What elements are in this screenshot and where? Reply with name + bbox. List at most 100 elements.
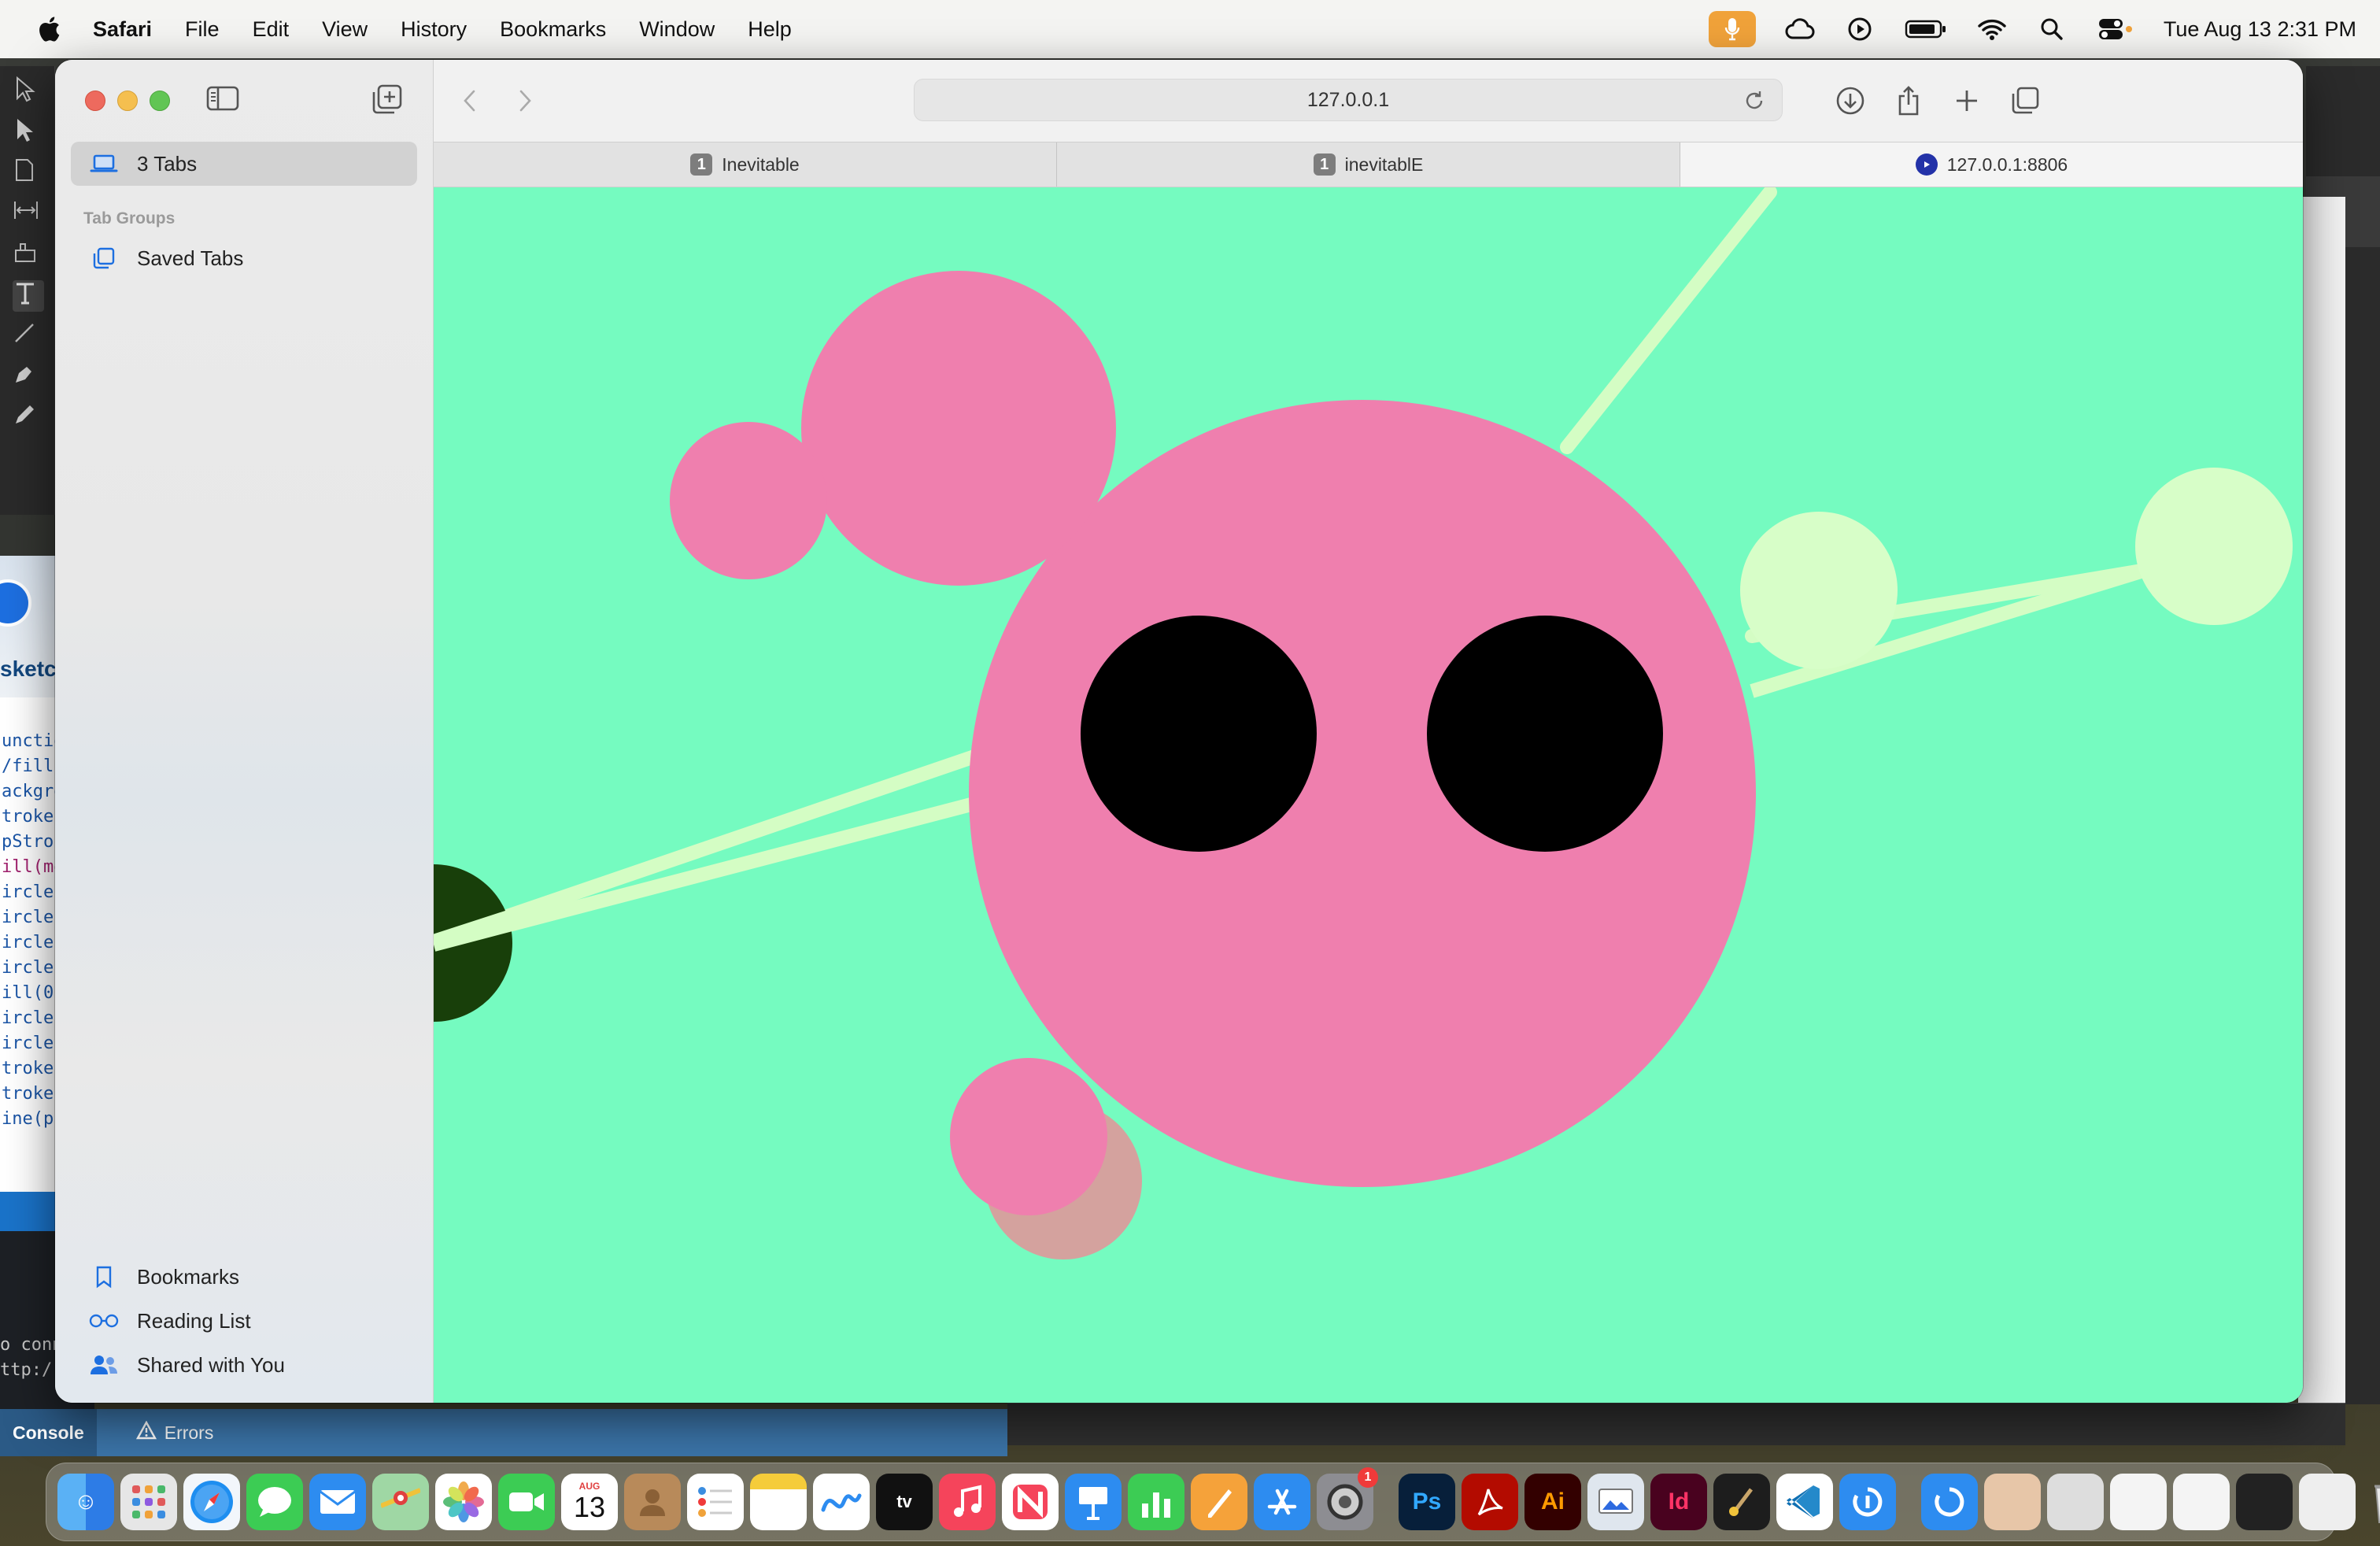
sidebar-toggle-icon[interactable]: [206, 85, 241, 117]
pages-icon[interactable]: [1191, 1474, 1247, 1530]
tab-localhost[interactable]: 127.0.0.1:8806: [1680, 142, 2303, 187]
freeform-icon[interactable]: [813, 1474, 870, 1530]
trash-icon[interactable]: [2362, 1474, 2380, 1530]
search-icon[interactable]: [2036, 13, 2068, 45]
pencil-tool-icon[interactable]: [13, 403, 44, 435]
window-thumbnail-icon[interactable]: [2047, 1474, 2104, 1530]
play-favicon-icon: [1915, 153, 1938, 176]
sidebar-item-current-tabs[interactable]: 3 Tabs: [71, 142, 417, 186]
downloads-icon[interactable]: [1833, 83, 1868, 118]
maps-icon[interactable]: [372, 1474, 429, 1530]
web-content-canvas[interactable]: [434, 187, 2303, 1403]
line-tool-icon[interactable]: [13, 321, 44, 353]
mail-icon[interactable]: [309, 1474, 366, 1530]
content-collector-icon[interactable]: [13, 239, 44, 271]
console-tab[interactable]: Console: [0, 1409, 97, 1456]
music-icon[interactable]: [939, 1474, 996, 1530]
illustrator-icon[interactable]: Ai: [1524, 1474, 1581, 1530]
menu-edit[interactable]: Edit: [253, 17, 290, 42]
sidebar-item-reading-list[interactable]: Reading List: [71, 1299, 417, 1343]
sidebar-item-saved-tabs[interactable]: Saved Tabs: [71, 236, 417, 280]
new-tab-icon[interactable]: [1949, 83, 1984, 118]
sidebar-item-label: Saved Tabs: [137, 246, 244, 270]
menu-window[interactable]: Window: [639, 17, 715, 42]
menu-bookmarks[interactable]: Bookmarks: [500, 17, 606, 42]
sidebar-item-bookmarks[interactable]: Bookmarks: [71, 1255, 417, 1299]
page-tool-icon[interactable]: [13, 157, 44, 189]
apple-menu-icon[interactable]: [27, 0, 71, 58]
type-tool-icon[interactable]: [13, 280, 44, 312]
window-thumbnail-icon[interactable]: [2110, 1474, 2167, 1530]
vscode-icon[interactable]: [1776, 1474, 1833, 1530]
news-icon[interactable]: [1002, 1474, 1059, 1530]
microphone-icon[interactable]: [1708, 11, 1756, 47]
reminders-icon[interactable]: [687, 1474, 744, 1530]
forward-button[interactable]: [508, 83, 542, 118]
tab-inevitable[interactable]: 1 Inevitable: [434, 142, 1057, 187]
sidebar-item-shared-with-you[interactable]: Shared with You: [71, 1343, 417, 1387]
keynote-icon[interactable]: [1065, 1474, 1122, 1530]
back-button[interactable]: [453, 83, 487, 118]
control-center-icon[interactable]: [2096, 13, 2135, 45]
photos-icon[interactable]: [435, 1474, 492, 1530]
photo-thumbnail-icon[interactable]: [1984, 1474, 2041, 1530]
calendar-month: AUG: [578, 1481, 601, 1492]
menu-app-name[interactable]: Safari: [93, 17, 152, 42]
sketch-canvas[interactable]: [434, 187, 2303, 1403]
address-text: 127.0.0.1: [1306, 88, 1390, 111]
numbers-icon[interactable]: [1128, 1474, 1184, 1530]
play-circle-icon[interactable]: [1844, 13, 1876, 45]
notes-icon[interactable]: [750, 1474, 807, 1530]
tab-badge: 1: [1313, 153, 1336, 176]
run-button[interactable]: [0, 579, 31, 627]
tab-overview-icon[interactable]: [2008, 83, 2042, 118]
reload-icon[interactable]: [1741, 87, 1768, 114]
zoom-window-button[interactable]: [150, 91, 170, 111]
direct-select-tool-icon[interactable]: [13, 117, 44, 148]
address-bar[interactable]: 127.0.0.1: [914, 79, 1783, 121]
share-icon[interactable]: [1891, 83, 1926, 118]
launchpad-icon[interactable]: [120, 1474, 177, 1530]
creative-cloud-icon[interactable]: [1784, 13, 1816, 45]
menu-help[interactable]: Help: [748, 17, 792, 42]
menu-history[interactable]: History: [401, 17, 467, 42]
contacts-icon[interactable]: [624, 1474, 681, 1530]
sidebar-item-label: Reading List: [137, 1308, 251, 1333]
safari-dock-icon[interactable]: [183, 1474, 240, 1530]
window-thumbnail-icon[interactable]: [2173, 1474, 2230, 1530]
tab-badge: 1: [690, 153, 713, 176]
wifi-icon[interactable]: [1976, 13, 2008, 45]
system-settings-icon[interactable]: 1: [1317, 1467, 1378, 1530]
creature-head-ball: [801, 271, 1116, 586]
app-store-icon[interactable]: [1254, 1474, 1310, 1530]
select-tool-icon[interactable]: [13, 76, 44, 107]
window-thumbnail-icon[interactable]: [2236, 1474, 2293, 1530]
calendar-icon[interactable]: AUG 13: [561, 1474, 618, 1530]
processing-icon[interactable]: [1713, 1474, 1770, 1530]
indesign-icon[interactable]: Id: [1650, 1474, 1707, 1530]
safari-sidebar: 3 Tabs Tab Groups Saved Tabs Bookmarks R…: [55, 60, 434, 1403]
downloads-stack-icon[interactable]: [1921, 1474, 1978, 1530]
sketch-node: [1740, 512, 1898, 669]
messages-icon[interactable]: [246, 1474, 303, 1530]
tab-inevitable-2[interactable]: 1 inevitablE: [1057, 142, 1680, 187]
acrobat-icon[interactable]: [1462, 1474, 1518, 1530]
menu-view[interactable]: View: [322, 17, 368, 42]
pen-tool-icon[interactable]: [13, 362, 44, 394]
remote-desktop-icon[interactable]: [1839, 1474, 1896, 1530]
gap-tool-icon[interactable]: [13, 198, 44, 230]
minimize-window-button[interactable]: [117, 91, 138, 111]
preview-icon[interactable]: [1587, 1474, 1644, 1530]
menu-file[interactable]: File: [185, 17, 220, 42]
apple-tv-icon[interactable]: tv: [876, 1474, 933, 1530]
errors-tab[interactable]: Errors: [124, 1409, 227, 1456]
finder-icon[interactable]: ☺: [57, 1474, 114, 1530]
battery-icon[interactable]: [1904, 13, 1948, 45]
close-window-button[interactable]: [85, 91, 105, 111]
window-thumbnail-icon[interactable]: [2299, 1474, 2356, 1530]
tab-title: 127.0.0.1:8806: [1946, 153, 2068, 175]
facetime-icon[interactable]: [498, 1474, 555, 1530]
photoshop-icon[interactable]: Ps: [1399, 1474, 1455, 1530]
new-tab-group-icon[interactable]: [371, 83, 406, 118]
menu-clock[interactable]: Tue Aug 13 2:31 PM: [2164, 17, 2356, 42]
